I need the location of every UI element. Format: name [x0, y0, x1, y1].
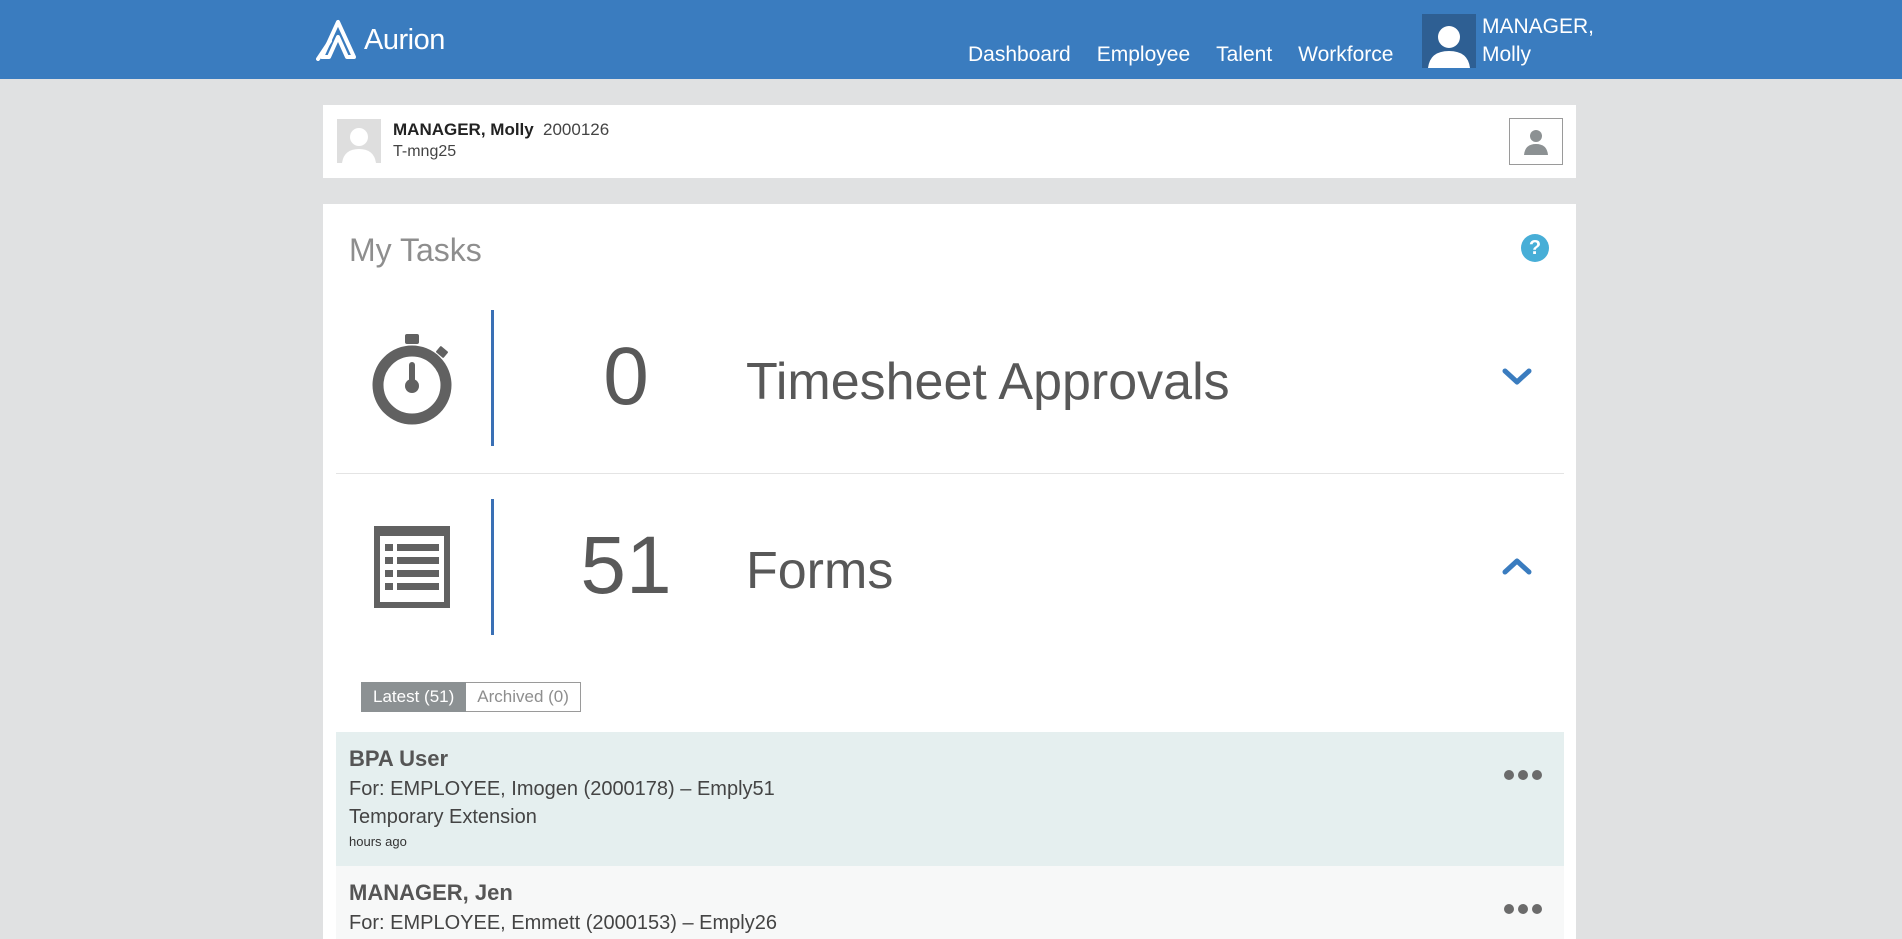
help-icon[interactable]: ?: [1521, 234, 1549, 262]
user-avatar-icon: [1422, 14, 1476, 68]
form-item-for: For: EMPLOYEE, Emmett (2000153) – Emply2…: [349, 912, 777, 934]
nav-employee[interactable]: Employee: [1097, 43, 1190, 67]
profile-name: MANAGER, Molly: [393, 120, 534, 139]
task-row-timesheet-approvals[interactable]: 0 Timesheet Approvals: [336, 310, 1564, 474]
forms-count: 51: [580, 520, 672, 611]
form-item-title: BPA User: [349, 746, 449, 771]
stopwatch-icon: [370, 328, 454, 428]
task-divider: [491, 499, 494, 635]
timesheet-count: 0: [603, 331, 649, 422]
chevron-down-icon[interactable]: [1500, 360, 1534, 394]
aurion-logo-icon: [316, 20, 356, 61]
chevron-up-icon[interactable]: [1500, 549, 1534, 583]
nav-dashboard[interactable]: Dashboard: [968, 43, 1071, 67]
user-name: MANAGER, Molly: [1482, 13, 1594, 69]
more-options-icon[interactable]: [1504, 904, 1542, 914]
top-navigation-bar: Aurion Dashboard Employee Talent Workfor…: [0, 0, 1902, 79]
list-item[interactable]: BPA User For: EMPLOYEE, Imogen (2000178)…: [336, 732, 1564, 866]
nav-talent[interactable]: Talent: [1216, 43, 1272, 67]
timesheet-label: Timesheet Approvals: [746, 353, 1230, 411]
task-row-forms[interactable]: 51 Forms: [336, 499, 1564, 635]
person-icon: [1524, 129, 1548, 155]
form-item-for: For: EMPLOYEE, Imogen (2000178) – Emply5…: [349, 778, 775, 800]
tab-archived[interactable]: Archived (0): [466, 682, 581, 712]
user-name-line1: MANAGER,: [1482, 15, 1595, 38]
profile-code: T-mng25: [393, 143, 457, 160]
user-name-line2: Molly: [1482, 43, 1532, 66]
user-menu[interactable]: MANAGER, Molly: [1422, 14, 1594, 69]
profile-employee-id: 2000126: [543, 120, 610, 139]
form-item-time: hours ago: [349, 834, 407, 849]
profile-photo-icon: [337, 119, 381, 163]
nav-workforce[interactable]: Workforce: [1298, 43, 1393, 67]
more-options-icon[interactable]: [1504, 770, 1542, 780]
forms-tabs: Latest (51) Archived (0): [361, 682, 581, 712]
main-nav: Dashboard Employee Talent Workforce: [968, 43, 1419, 67]
aurion-logo[interactable]: Aurion: [316, 18, 445, 62]
form-item-title: MANAGER, Jen: [349, 880, 513, 905]
task-divider: [491, 310, 494, 446]
form-item-type: Temporary Extension: [349, 806, 537, 828]
person-profile-button[interactable]: [1509, 118, 1563, 165]
my-tasks-title: My Tasks: [349, 232, 482, 268]
logo-text: Aurion: [364, 23, 445, 56]
tab-latest[interactable]: Latest (51): [361, 682, 467, 712]
profile-card: MANAGER, Molly 2000126 T-mng25: [323, 105, 1576, 178]
list-item[interactable]: MANAGER, Jen For: EMPLOYEE, Emmett (2000…: [336, 866, 1564, 939]
form-list-icon: [370, 517, 454, 617]
forms-label: Forms: [746, 542, 894, 600]
my-tasks-card: My Tasks ? 0 Timesheet Approvals 51 Form…: [323, 204, 1576, 939]
